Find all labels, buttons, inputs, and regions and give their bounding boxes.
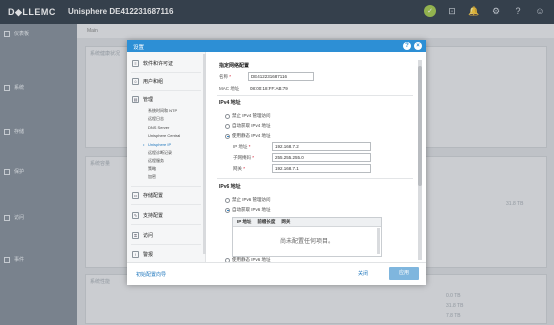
column-header-prefix: 前缀长度 [257, 219, 276, 224]
nav-item-label: 警报 [143, 252, 154, 258]
settings-content: 指定网络配置 名称 * DE412231687116 MAC 地址 08:00:… [211, 52, 417, 263]
content-scrollbar[interactable] [418, 60, 422, 260]
apply-button[interactable]: 应用 [389, 267, 419, 280]
nav-divider [131, 90, 201, 91]
radio-button[interactable] [225, 197, 230, 203]
ip-label: IP 地址 * [233, 144, 251, 149]
radio-button-selected[interactable] [225, 207, 230, 213]
management-icon: ▤ [132, 96, 139, 103]
mac-value: 08:00:18:FF:AB:79 [250, 86, 288, 91]
nav-item-storage-config[interactable]: ▭ 存储配置 [132, 192, 163, 199]
section-divider [217, 95, 413, 96]
nav-item-label: 管理 [143, 97, 154, 103]
radio-button[interactable] [225, 123, 230, 129]
nav-item-label: 支持配置 [143, 213, 164, 219]
nav-item-label: 用户和组 [143, 79, 164, 85]
subnet-mask-field[interactable]: 255.255.255.0 [272, 153, 371, 162]
subnet-mask-label: 子网掩码 * [233, 155, 255, 160]
access-icon: ⚿ [132, 232, 139, 239]
ipv4-section-title: IPv4 地址 [219, 100, 241, 106]
radio-button-selected[interactable] [225, 133, 230, 139]
nav-divider [131, 224, 201, 225]
initial-config-wizard-link[interactable]: 初始配置向导 [136, 271, 166, 278]
section-divider [217, 178, 413, 179]
license-icon: ≡ [132, 60, 139, 67]
radio-button[interactable] [225, 113, 230, 119]
nav-subitem-remote-logging[interactable]: 远程日志 [148, 116, 164, 122]
nav-scrollbar[interactable] [203, 54, 206, 254]
nav-item-support-config[interactable]: ✎ 支持配置 [132, 212, 163, 219]
column-header-gateway: 网关 [281, 219, 291, 224]
nav-divider [131, 186, 201, 187]
nav-subitem-ntp[interactable]: 系统时间和 NTP [148, 108, 177, 114]
nav-subitem-unisphere-ip[interactable]: Unisphere IP [143, 142, 171, 147]
table-header: IP 地址 前缀长度 网关 [233, 218, 381, 227]
support-config-icon: ✎ [132, 212, 139, 219]
dialog-header-icons: ? × [403, 42, 422, 50]
nav-subitem-policy[interactable]: 策略 [148, 166, 156, 172]
gateway-field[interactable]: 192.168.7.1 [272, 164, 371, 173]
table-scrollbar[interactable] [377, 228, 380, 254]
ip-address-field[interactable]: 192.168.7.2 [272, 142, 371, 151]
nav-subitem-dns[interactable]: DNS Server [148, 125, 169, 130]
ipv4-option-auto[interactable]: 自动获取 IPv4 地址 [225, 123, 271, 129]
nav-item-users[interactable]: ☺ 用户和组 [132, 78, 163, 85]
users-icon: ☺ [132, 78, 139, 85]
nav-item-alert[interactable]: ! 警报 [132, 251, 153, 258]
nav-item-label: 软件和许可证 [143, 61, 174, 67]
dialog-title: 设置 [133, 45, 145, 51]
ipv6-option-auto[interactable]: 自动获取 IPv6 地址 [225, 207, 271, 213]
nav-item-label: 存储配置 [143, 193, 164, 199]
close-button[interactable]: 关闭 [358, 270, 368, 277]
nav-subitem-encryption[interactable]: 加密 [148, 174, 156, 180]
nav-divider [131, 204, 201, 205]
settings-dialog: 设置 ? × ≡ 软件和许可证 ☺ 用户和组 ▤ 管理 系统时间和 NTP 远程… [127, 40, 426, 285]
nav-subitem-remote-service[interactable]: 远程服务 [148, 158, 164, 164]
nav-divider [131, 244, 201, 245]
empty-table-message: 尚未配置任何项目。 [279, 239, 334, 245]
nav-divider [131, 72, 201, 73]
ipv6-section-title: IPv6 地址 [219, 184, 241, 190]
ipv6-option-disable[interactable]: 禁止 IPv6 管理访问 [225, 197, 271, 203]
nav-subitem-unisphere-central[interactable]: Unisphere Central [148, 133, 180, 138]
scrollbar-thumb[interactable] [418, 66, 422, 186]
ipv4-option-static[interactable]: 使用静态 IPv4 地址 [225, 133, 271, 139]
storage-config-icon: ▭ [132, 192, 139, 199]
name-field[interactable]: DE412231687116 [248, 72, 314, 81]
nav-item-management[interactable]: ▤ 管理 [132, 96, 153, 103]
nav-item-license[interactable]: ≡ 软件和许可证 [132, 60, 173, 67]
network-section-title: 指定网络配置 [219, 63, 250, 69]
nav-subitem-diagnostics[interactable]: 远程诊断记录 [148, 150, 172, 156]
help-icon[interactable]: ? [403, 42, 411, 50]
ipv4-option-disable[interactable]: 禁止 IPv4 管理访问 [225, 113, 271, 119]
gateway-label: 网关 * [233, 166, 246, 171]
ipv6-address-table: IP 地址 前缀长度 网关 尚未配置任何项目。 [232, 217, 382, 257]
nav-item-access[interactable]: ⚿ 访问 [132, 232, 153, 239]
dialog-header: 设置 ? × [127, 40, 426, 52]
name-label: 名称 * [219, 74, 232, 79]
mac-label: MAC 地址 [219, 86, 240, 91]
dialog-footer: 初始配置向导 关闭 应用 [127, 262, 426, 285]
column-header-ip: IP 地址 [237, 219, 252, 224]
close-icon[interactable]: × [414, 42, 422, 50]
alert-icon: ! [132, 251, 139, 258]
settings-nav: ≡ 软件和许可证 ☺ 用户和组 ▤ 管理 系统时间和 NTP 远程日志 DNS … [127, 52, 206, 262]
nav-item-label: 访问 [143, 233, 154, 239]
